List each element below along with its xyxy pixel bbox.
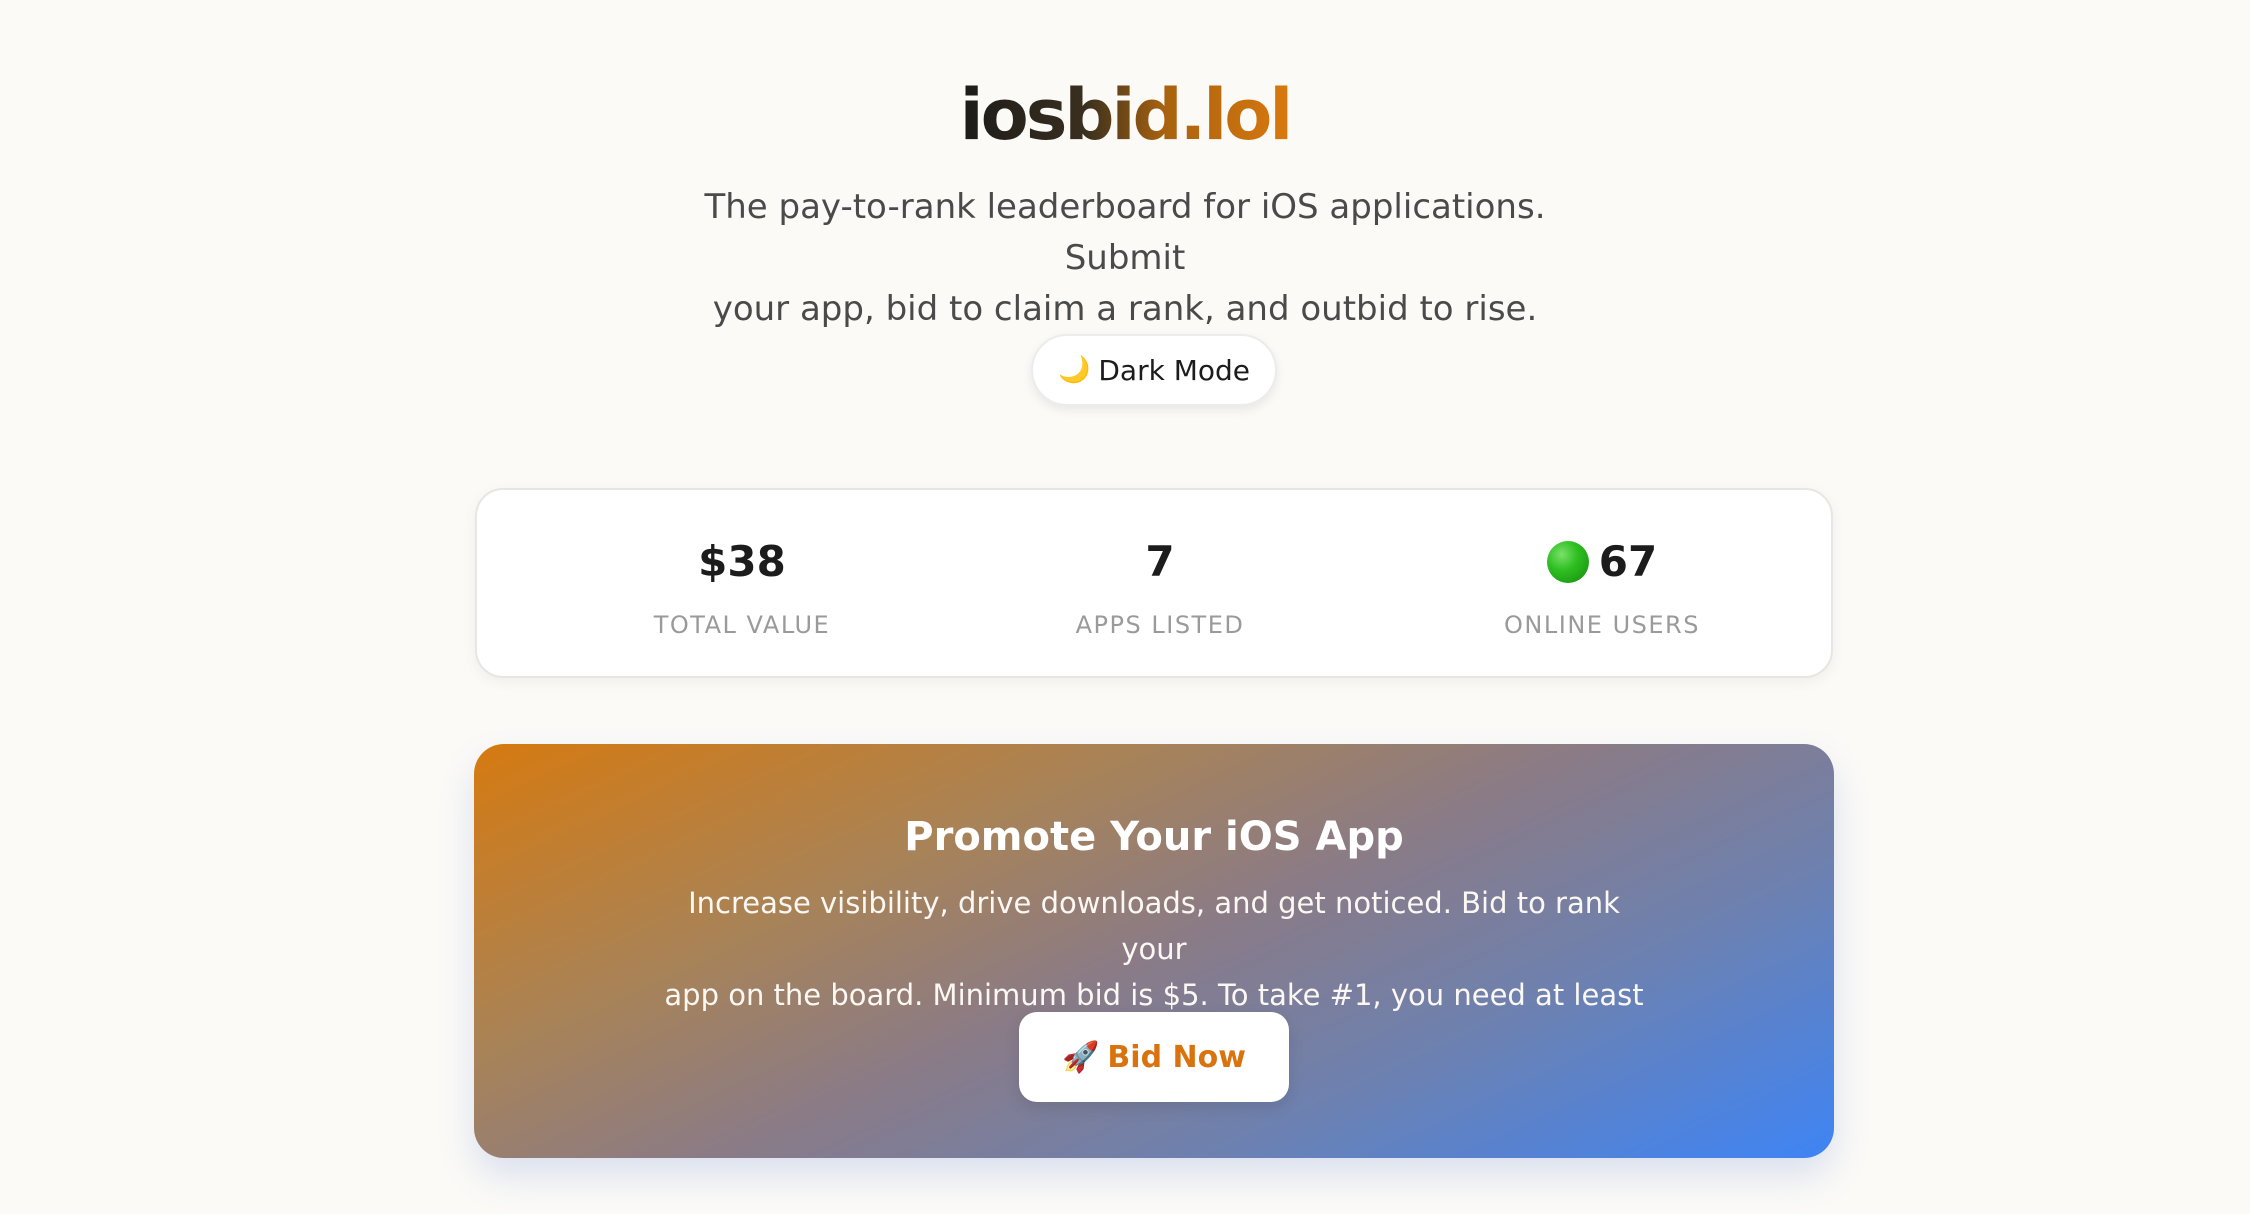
stat-value: $38 [698,537,786,586]
stat-label: TOTAL VALUE [653,611,831,639]
stat-label: APPS LISTED [1075,611,1245,639]
logo-text: iosbid.lol [959,74,1294,156]
promo-title: Promote Your iOS App [904,814,1404,860]
bid-now-button[interactable]: 🚀 Bid Now [1019,1012,1289,1102]
stat-value: 7 [1145,537,1175,586]
dark-mode-toggle-button[interactable]: 🌙 Dark Mode [1031,334,1277,406]
tagline: The pay-to-rank leaderboard for iOS appl… [675,182,1575,335]
tagline-line-1: The pay-to-rank leaderboard for iOS appl… [704,187,1546,278]
stat-label: ONLINE USERS [1504,611,1700,639]
promo-card: Promote Your iOS App Increase visibility… [474,744,1834,1158]
green-circle-icon [1546,541,1589,583]
tagline-line-2: your app, bid to claim a rank, and outbi… [712,289,1538,329]
stats-card: $38 TOTAL VALUE 7 APPS LISTED 67 ONLINE … [475,488,1833,678]
stat-total-value: $38 TOTAL VALUE [562,490,922,680]
page: iosbid.lol The pay-to-rank leaderboard f… [0,0,2250,1214]
promo-text-line-1: Increase visibility, drive downloads, an… [688,886,1620,966]
stat-value: 67 [1598,537,1658,586]
bid-now-label: Bid Now [1107,1039,1246,1075]
stat-value-row: 67 [1402,534,1802,590]
dark-mode-label: Dark Mode [1098,353,1250,387]
moon-icon: 🌙 [1057,355,1091,385]
stat-apps-listed: 7 APPS LISTED [980,490,1340,680]
site-logo[interactable]: iosbid.lol [0,70,2250,160]
rocket-icon: 🚀 [1062,1039,1100,1075]
stat-online-users: 67 ONLINE USERS [1402,490,1802,680]
